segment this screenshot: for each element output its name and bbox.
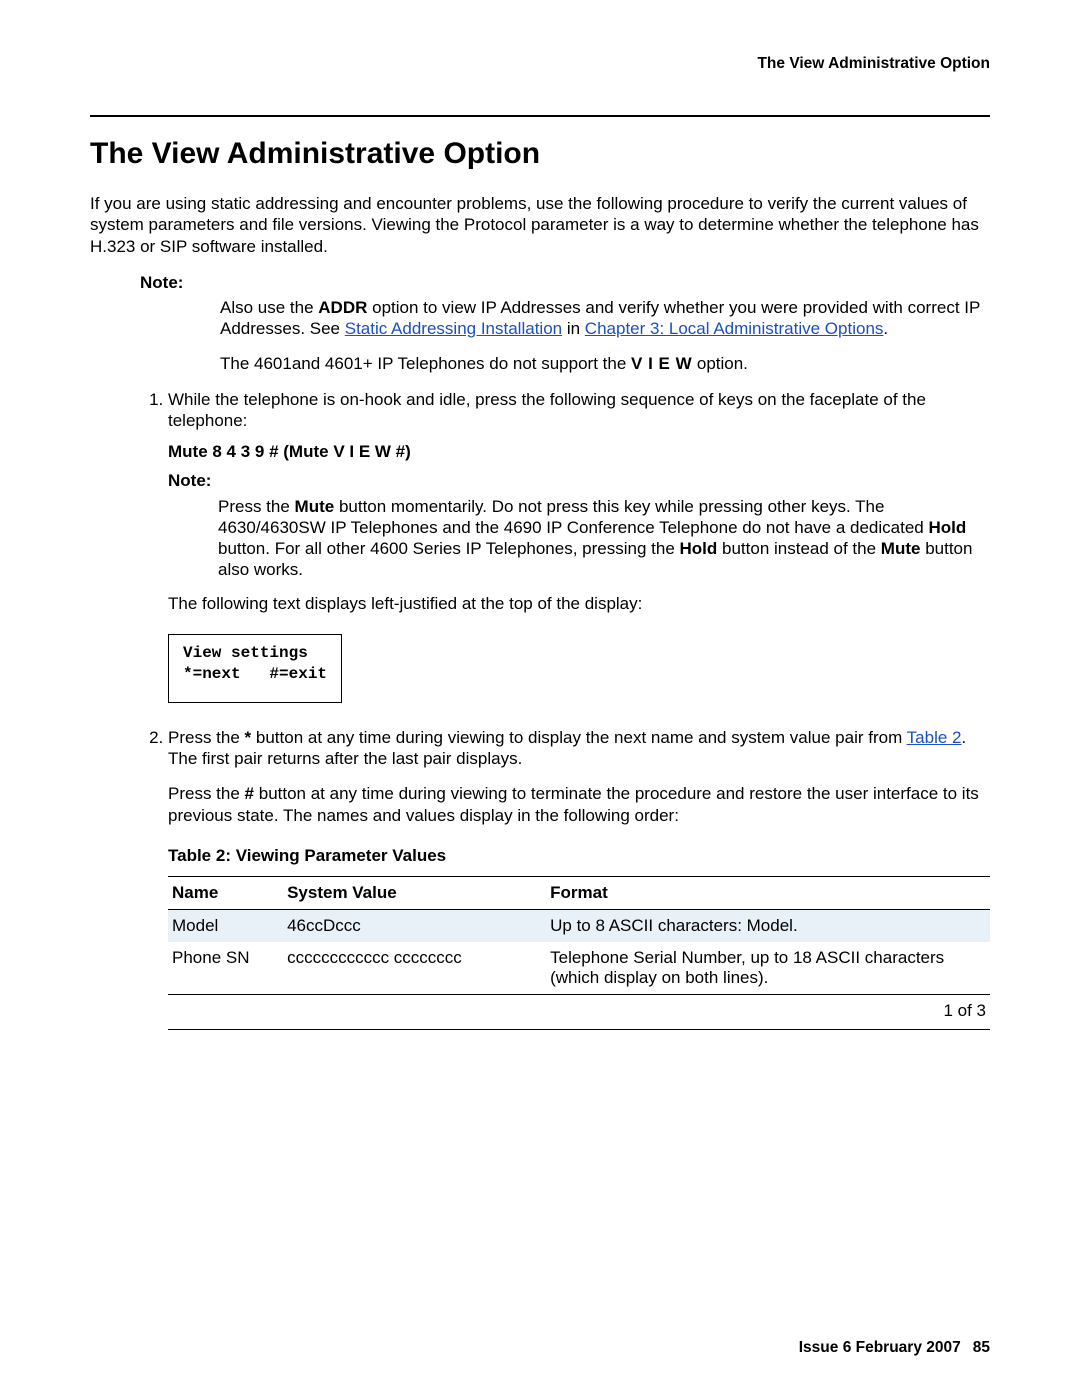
step-text-2: Press the # button at any time during vi… xyxy=(168,783,990,826)
cell-fmt: Telephone Serial Number, up to 18 ASCII … xyxy=(546,942,990,995)
running-header: The View Administrative Option xyxy=(90,55,990,73)
mute-button: Mute xyxy=(881,539,921,558)
addr-option: ADDR xyxy=(318,298,367,317)
text: The 4601and 4601+ IP Telephones do not s… xyxy=(220,354,631,373)
text: option. xyxy=(692,354,748,373)
table-pagination: 1 of 3 xyxy=(168,995,990,1030)
cell-name: Phone SN xyxy=(168,942,283,995)
table-row: Model 46ccDccc Up to 8 ASCII characters:… xyxy=(168,909,990,942)
page-number: 85 xyxy=(973,1339,990,1356)
text: Press the xyxy=(168,728,245,747)
page-title: The View Administrative Option xyxy=(90,137,990,171)
text: . xyxy=(883,319,888,338)
step-text: While the telephone is on-hook and idle,… xyxy=(168,389,990,432)
text: Press the xyxy=(168,784,245,803)
cell-name: Model xyxy=(168,909,283,942)
text: button. For all other 4600 Series IP Tel… xyxy=(218,539,680,558)
hold-button: Hold xyxy=(680,539,718,558)
display-intro: The following text displays left-justifi… xyxy=(168,593,990,614)
procedure-steps: While the telephone is on-hook and idle,… xyxy=(140,389,990,826)
text: button instead of the xyxy=(717,539,881,558)
display-line-1: View settings xyxy=(183,644,308,662)
hash-button: # xyxy=(245,784,254,803)
issue-date: Issue 6 February 2007 xyxy=(799,1339,961,1356)
text: button at any time during viewing to ter… xyxy=(168,784,979,824)
note-label: Note: xyxy=(140,273,990,293)
text: in xyxy=(562,319,585,338)
col-format: Format xyxy=(546,876,990,909)
table-row: Phone SN cccccccccccc cccccccc Telephone… xyxy=(168,942,990,995)
page: The View Administrative Option The View … xyxy=(0,0,1080,1397)
cell-fmt: Up to 8 ASCII characters: Model. xyxy=(546,909,990,942)
col-name: Name xyxy=(168,876,283,909)
note-body: Press the Mute button momentarily. Do no… xyxy=(218,496,990,581)
link-table2[interactable]: Table 2 xyxy=(907,728,962,747)
parameter-table: Name System Value Format Model 46ccDccc … xyxy=(168,876,990,995)
view-option: V I E W xyxy=(631,354,692,373)
text: Also use the xyxy=(220,298,318,317)
display-line-2: *=next #=exit xyxy=(183,665,327,683)
text: Press the xyxy=(218,497,295,516)
intro-paragraph: If you are using static addressing and e… xyxy=(90,193,990,257)
hold-button: Hold xyxy=(928,518,966,537)
step-text: Press the * button at any time during vi… xyxy=(168,727,990,770)
cell-sys: cccccccccccc cccccccc xyxy=(283,942,546,995)
page-footer: Issue 6 February 2007 85 xyxy=(799,1339,990,1357)
step-2: Press the * button at any time during vi… xyxy=(168,727,990,826)
phone-display-box: View settings *=next #=exit xyxy=(168,634,342,703)
mute-button: Mute xyxy=(295,497,335,516)
note-label: Note: xyxy=(168,470,990,491)
mute-sequence: Mute 8 4 3 9 # (Mute V I E W #) xyxy=(168,441,990,462)
link-chapter3[interactable]: Chapter 3: Local Administrative Options xyxy=(585,319,884,338)
text: button at any time during viewing to dis… xyxy=(251,728,906,747)
link-static-addressing[interactable]: Static Addressing Installation xyxy=(345,319,562,338)
table-header-row: Name System Value Format xyxy=(168,876,990,909)
col-system-value: System Value xyxy=(283,876,546,909)
cell-sys: 46ccDccc xyxy=(283,909,546,942)
table-caption: Table 2: Viewing Parameter Values xyxy=(168,846,990,866)
note-body-2: The 4601and 4601+ IP Telephones do not s… xyxy=(220,353,990,374)
divider xyxy=(90,115,990,117)
note-body: Also use the ADDR option to view IP Addr… xyxy=(220,297,990,340)
step-1: While the telephone is on-hook and idle,… xyxy=(168,389,990,717)
